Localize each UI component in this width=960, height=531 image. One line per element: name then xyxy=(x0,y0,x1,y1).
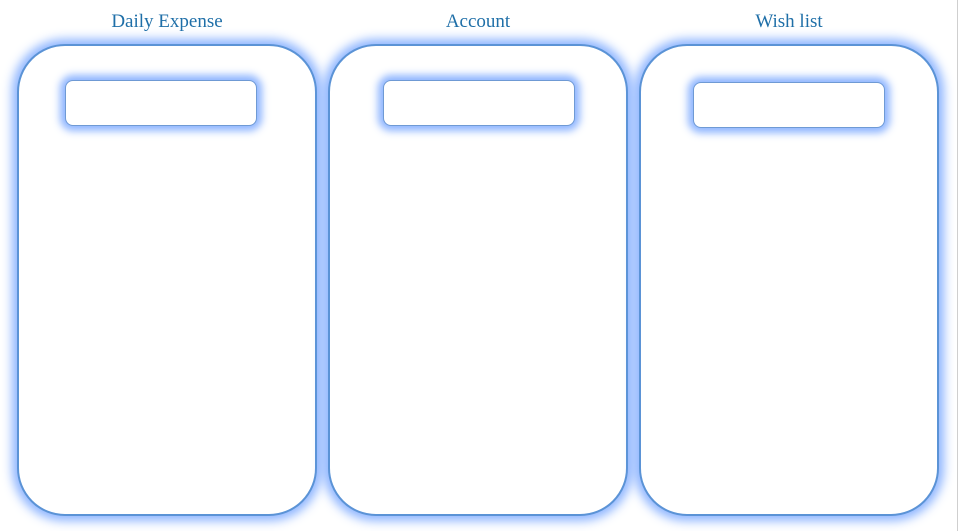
daily-expense-input[interactable] xyxy=(65,80,257,126)
account-input[interactable] xyxy=(383,80,575,126)
column-account: Account xyxy=(328,0,628,531)
window-edge-divider xyxy=(957,0,958,531)
card-wish-list xyxy=(639,44,939,516)
column-title-daily-expense: Daily Expense xyxy=(111,11,223,32)
column-title-wish-list: Wish list xyxy=(755,11,823,32)
app-page: Daily Expense Account Wish list xyxy=(0,0,960,531)
column-daily-expense: Daily Expense xyxy=(17,0,317,531)
wish-list-input[interactable] xyxy=(693,82,885,128)
column-wish-list: Wish list xyxy=(639,0,939,531)
card-account xyxy=(328,44,628,516)
card-daily-expense xyxy=(17,44,317,516)
column-title-account: Account xyxy=(445,11,511,32)
